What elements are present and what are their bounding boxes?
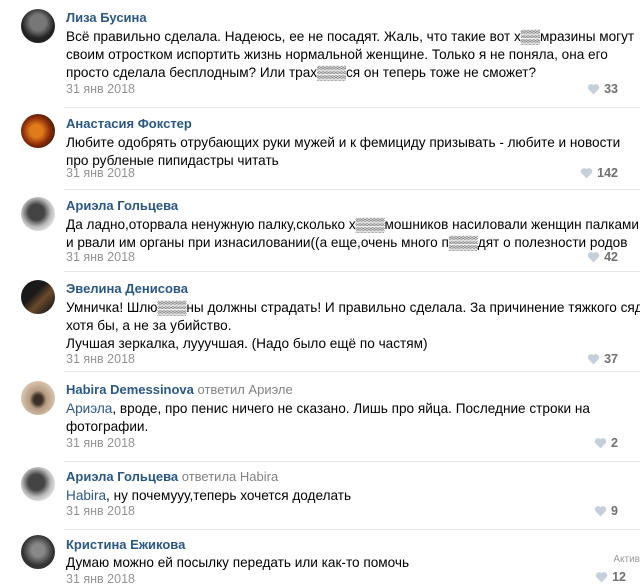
heart-icon: [587, 252, 600, 263]
comment-line: и рвали им органы при изнасиловании((а е…: [66, 235, 628, 250]
comment-date[interactable]: 31 янв 2018: [66, 82, 135, 96]
comment-item: Кристина Ежикова Думаю можно ей посылку …: [0, 530, 640, 587]
comment-item: Habira Demessinova ответил Ариэле Ариэла…: [0, 372, 640, 462]
comment-date[interactable]: 31 янв 2018: [66, 166, 135, 180]
comment-text: Думаю можно ей посылку передать или как-…: [66, 554, 626, 572]
heart-icon: [587, 354, 600, 365]
comment-author[interactable]: Эвелина Денисова: [66, 281, 188, 296]
heart-icon: [594, 438, 607, 449]
comment-line: Да ладно,оторвала ненужную палку,сколько…: [66, 217, 639, 232]
comment-line: фотографии.: [66, 419, 149, 434]
mention-link[interactable]: Ариэла: [66, 401, 112, 416]
comment-item: Ариэла Гольцева Да ладно,оторвала ненужн…: [0, 190, 640, 272]
like-count: 2: [611, 436, 618, 450]
comment-item: Эвелина Денисова Умничка! Шлю▒▒▒ны должн…: [0, 272, 640, 372]
comment-line: Думаю можно ей посылку передать или как-…: [66, 555, 410, 570]
like-count: 42: [604, 250, 618, 264]
comment-line: Всё правильно сделала. Надеюсь, ее не по…: [66, 29, 635, 44]
comment-date[interactable]: 31 янв 2018: [66, 436, 135, 450]
reply-target[interactable]: Ариэле: [248, 382, 292, 397]
comment-line: Ариэла, вроде, про пенис ничего не сказа…: [66, 401, 590, 416]
like-button[interactable]: 37: [587, 352, 618, 366]
avatar[interactable]: [21, 467, 55, 501]
like-count: 37: [604, 352, 618, 366]
avatar[interactable]: [21, 381, 55, 415]
comment-date[interactable]: 31 янв 2018: [66, 250, 135, 264]
comment-line: просто сделала бесплодным? Или трах▒▒▒ся…: [66, 65, 537, 80]
reply-target[interactable]: Habira: [240, 469, 278, 484]
comment-text: Ариэла, вроде, про пенис ничего не сказа…: [66, 400, 626, 436]
comment-author-name[interactable]: Habira Demessinova: [66, 382, 194, 397]
like-count: 33: [604, 82, 618, 96]
like-count: 9: [611, 504, 618, 518]
comment-item: Анастасия Фокстер Любите одобрять отруба…: [0, 108, 640, 190]
like-button[interactable]: 2: [594, 436, 618, 450]
comment-text: Всё правильно сделала. Надеюсь, ее не по…: [66, 28, 635, 82]
heart-icon: [587, 84, 600, 95]
reply-label: ответил: [197, 382, 245, 397]
comment-item: Лиза Бусина Всё правильно сделала. Надею…: [0, 0, 640, 108]
comment-date[interactable]: 31 янв 2018: [66, 352, 135, 366]
like-count: 142: [597, 166, 618, 180]
comment-line: хотя бы, а не за убийство.: [66, 318, 232, 333]
comment-author[interactable]: Habira Demessinova ответил Ариэле: [66, 382, 293, 397]
comment-item: Ариэла Гольцева ответила Habira Habira, …: [0, 462, 640, 530]
comment-author[interactable]: Лиза Бусина: [66, 10, 147, 25]
like-button[interactable]: 42: [587, 250, 618, 264]
comment-text: Да ладно,оторвала ненужную палку,сколько…: [66, 216, 639, 252]
mention-link[interactable]: Habira: [66, 488, 106, 503]
comment-line: Любите одобрять отрубающих руки мужей и …: [66, 135, 621, 150]
comment-text: Habira, ну почемууу,теперь хочется додел…: [66, 487, 626, 505]
comment-date[interactable]: 31 янв 2018: [66, 504, 135, 518]
avatar[interactable]: [21, 280, 55, 314]
comment-line: Лучшая зеркалка, лууучшая. (Надо было ещ…: [66, 336, 428, 351]
avatar[interactable]: [21, 9, 55, 43]
comment-line: своим отростком испортить жизнь нормальн…: [66, 47, 608, 62]
comment-text: Умничка! Шлю▒▒▒ны должны страдать! И пра…: [66, 299, 640, 353]
like-button[interactable]: 9: [594, 504, 618, 518]
avatar[interactable]: [21, 114, 55, 148]
like-count: 12: [612, 570, 626, 584]
comment-line: Habira, ну почемууу,теперь хочется додел…: [66, 488, 352, 503]
watermark-text: Актив: [613, 554, 640, 565]
heart-icon: [580, 168, 593, 179]
avatar[interactable]: [21, 535, 55, 569]
avatar[interactable]: [21, 197, 55, 231]
heart-icon: [595, 572, 608, 583]
heart-icon: [594, 506, 607, 517]
comment-line: про рубленые пипидастры читать: [66, 153, 279, 168]
comment-author[interactable]: Ариэла Гольцева: [66, 198, 178, 213]
comment-author[interactable]: Ариэла Гольцева ответила Habira: [66, 469, 278, 484]
comment-text: Любите одобрять отрубающих руки мужей и …: [66, 134, 626, 170]
comment-author[interactable]: Кристина Ежикова: [66, 537, 185, 552]
comment-author-name[interactable]: Ариэла Гольцева: [66, 469, 178, 484]
comment-author[interactable]: Анастасия Фокстер: [66, 116, 192, 131]
like-button[interactable]: 142: [580, 166, 618, 180]
comment-date[interactable]: 31 янв 2018: [66, 572, 135, 586]
reply-label: ответила: [181, 469, 237, 484]
comment-line: Умничка! Шлю▒▒▒ны должны страдать! И пра…: [66, 300, 640, 315]
like-button[interactable]: 12: [595, 570, 626, 584]
like-button[interactable]: 33: [587, 82, 618, 96]
